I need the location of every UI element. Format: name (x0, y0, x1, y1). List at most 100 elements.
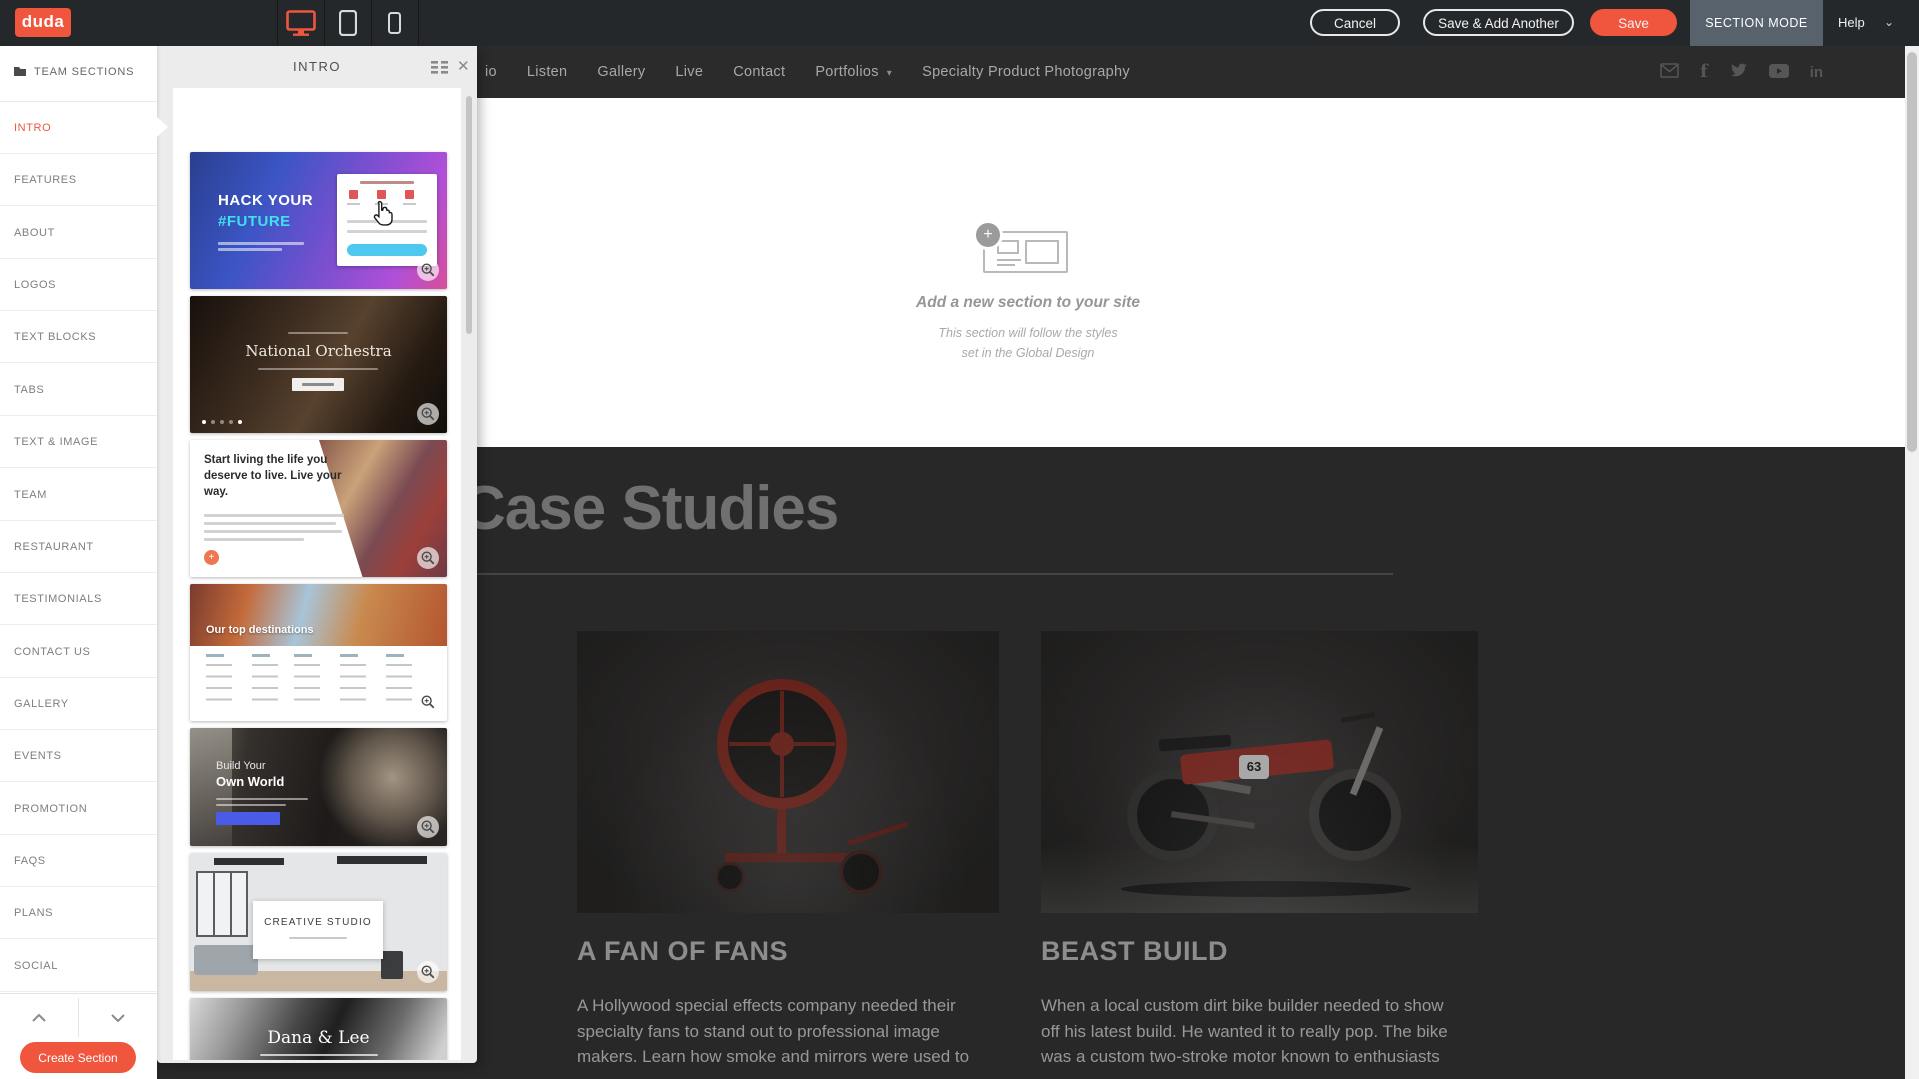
carousel-dot (220, 420, 224, 424)
case-study-title: BEAST BUILD (1041, 936, 1228, 967)
text-placeholder (204, 538, 304, 541)
sidebar-item-team[interactable]: TEAM (0, 469, 157, 521)
zoom-preview-icon[interactable] (417, 816, 439, 838)
section-thumbnail-hack-your-future[interactable]: HACK YOUR #FUTURE (190, 152, 447, 289)
tablet-view-button[interactable] (324, 0, 371, 46)
wireframe-line (997, 259, 1021, 261)
create-section-button[interactable]: Create Section (20, 1042, 136, 1073)
zoom-preview-icon[interactable] (417, 547, 439, 569)
section-mode-badge: SECTION MODE (1690, 0, 1823, 46)
youtube-icon[interactable] (1769, 64, 1789, 81)
zoom-preview-icon[interactable] (417, 691, 439, 713)
window-scrollbar-track[interactable] (1905, 46, 1919, 1079)
text-placeholder (216, 798, 308, 800)
loft-window (196, 871, 248, 937)
sidebar-header-label: TEAM SECTIONS (34, 66, 134, 78)
zoom-preview-icon[interactable] (417, 961, 439, 983)
duda-logo: duda (15, 8, 71, 37)
nav-item-specialty[interactable]: Specialty Product Photography (922, 64, 1130, 80)
thumb-title: CREATIVE STUDIO (253, 917, 383, 928)
heading-divider (463, 573, 1393, 575)
sidebar-item-plans[interactable]: PLANS (0, 887, 157, 939)
text-placeholder (216, 804, 286, 806)
table-column-bars (340, 664, 366, 710)
button-placeholder (216, 812, 280, 825)
facebook-icon[interactable]: f (1700, 63, 1708, 81)
desktop-view-button[interactable] (277, 0, 324, 46)
case-study-title: A FAN OF FANS (577, 936, 788, 967)
image-dim-overlay (577, 631, 999, 913)
sidebar-item-restaurant[interactable]: RESTAURANT (0, 521, 157, 573)
nav-item-listen[interactable]: Listen (527, 64, 568, 80)
sidebar-item-text-blocks[interactable]: TEXT BLOCKS (0, 311, 157, 363)
nav-item-clipped[interactable]: io (485, 64, 497, 80)
help-menu[interactable]: Help (1838, 0, 1865, 46)
section-thumbnail-top-destinations[interactable]: Our top destinations (190, 584, 447, 721)
table-column-bars (252, 664, 278, 710)
zoom-preview-icon[interactable] (417, 403, 439, 425)
thumb-title: National Orchestra (190, 342, 447, 360)
section-thumbnail-dana-and-lee[interactable]: Dana & Lee ▾ (190, 998, 447, 1060)
section-thumbnail-build-your-own-world[interactable]: Build Your Own World (190, 728, 447, 846)
section-thumbnail-creative-studio[interactable]: CREATIVE STUDIO (190, 853, 447, 991)
sidebar-item-text-image[interactable]: TEXT & IMAGE (0, 416, 157, 468)
nav-item-live[interactable]: Live (675, 64, 703, 80)
add-section-subtitle-line1: This section will follow the styles (828, 326, 1228, 340)
section-thumbnail-national-orchestra[interactable]: National Orchestra (190, 296, 447, 433)
ceiling-beam (214, 858, 284, 865)
nav-item-portfolios[interactable]: Portfolios▾ (815, 64, 892, 80)
sidebar-item-events[interactable]: EVENTS (0, 730, 157, 782)
cancel-button[interactable]: Cancel (1310, 9, 1400, 36)
sidebar-item-faqs[interactable]: FAQS (0, 835, 157, 887)
save-add-another-button[interactable]: Save & Add Another (1423, 9, 1574, 36)
ceiling-beam (337, 856, 427, 864)
email-icon[interactable] (1660, 63, 1679, 81)
sidebar-item-features[interactable]: FEATURES (0, 154, 157, 206)
nav-item-contact[interactable]: Contact (733, 64, 785, 80)
countdown-digit (349, 190, 358, 199)
close-icon[interactable]: ✕ (457, 58, 470, 76)
sidebar-header: TEAM SECTIONS (0, 46, 157, 102)
sidebar-item-testimonials[interactable]: TESTIMONIALS (0, 573, 157, 625)
button-placeholder (292, 378, 344, 391)
sidebar-item-logos[interactable]: LOGOS (0, 259, 157, 311)
zoom-preview-icon[interactable] (417, 259, 439, 281)
table-header-bar (252, 654, 270, 657)
text-placeholder (288, 332, 348, 334)
sidebar-item-intro[interactable]: INTRO (0, 102, 157, 154)
sidebar-item-social[interactable]: SOCIAL (0, 940, 157, 992)
twitter-icon[interactable] (1729, 63, 1748, 82)
sidebar-item-contact-us[interactable]: CONTACT US (0, 626, 157, 678)
scroll-up-button[interactable] (0, 994, 78, 1041)
mobile-view-button[interactable] (371, 0, 418, 46)
linkedin-icon[interactable]: in (1810, 65, 1823, 80)
carousel-dot (238, 420, 242, 424)
text-placeholder (260, 1054, 378, 1056)
nav-item-gallery[interactable]: Gallery (597, 64, 645, 80)
thumb-heading: Own World (216, 774, 284, 789)
thumb-title: Start living the life you deserve to liv… (204, 452, 356, 500)
scroll-down-button[interactable] (79, 994, 157, 1041)
sections-sidebar: TEAM SECTIONS INTRO FEATURES ABOUT LOGOS… (0, 46, 157, 1079)
save-button[interactable]: Save (1590, 9, 1677, 36)
sidebar-item-tabs[interactable]: TABS (0, 364, 157, 416)
sidebar-item-about[interactable]: ABOUT (0, 207, 157, 259)
text-placeholder (204, 514, 344, 517)
input-placeholder (347, 230, 427, 233)
table-header-bar (386, 654, 404, 657)
case-study-body: When a local custom dirt bike builder ne… (1041, 993, 1455, 1070)
sidebar-item-promotion[interactable]: PROMOTION (0, 783, 157, 835)
case-study-body: A Hollywood special effects company need… (577, 993, 991, 1070)
chevron-down-icon[interactable]: ⌄ (1884, 0, 1894, 46)
window-scrollbar-thumb[interactable] (1907, 52, 1917, 452)
sidebar-item-gallery[interactable]: GALLERY (0, 678, 157, 730)
grid-view-icon[interactable] (431, 61, 448, 79)
section-thumbnail-start-living[interactable]: Start living the life you deserve to liv… (190, 440, 447, 577)
thumb-title: Dana & Lee (190, 1028, 447, 1048)
panel-scrollbar-thumb[interactable] (466, 96, 472, 334)
text-placeholder (204, 530, 342, 533)
add-section-title: Add a new section to your site (828, 294, 1228, 312)
editor-top-bar: duda Cancel Save & Add Another Save SECT… (0, 0, 1919, 46)
loft-sofa (194, 945, 258, 975)
chevron-down-icon: ▾ (887, 68, 892, 79)
